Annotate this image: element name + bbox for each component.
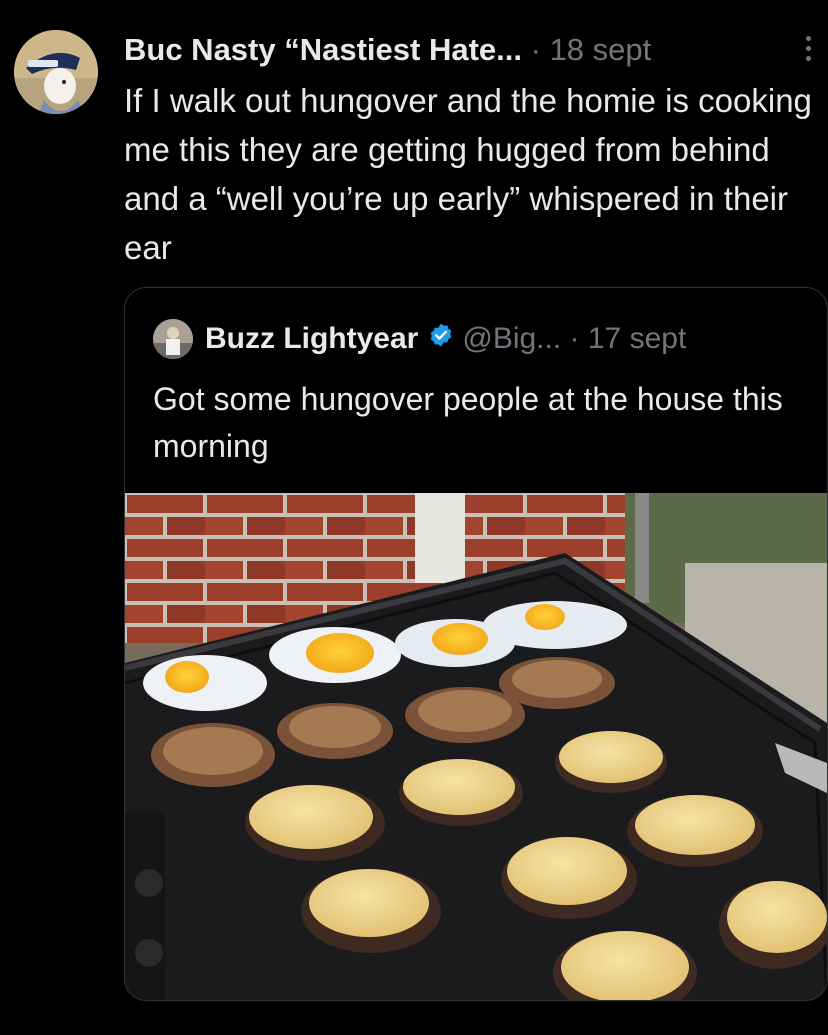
tweet-text: If I walk out hungover and the homie is … [124,82,812,266]
author-avatar[interactable] [14,30,98,114]
quoted-date[interactable]: 17 sept [588,322,686,355]
author-name[interactable]: Buc Nasty “Nastiest Hate... [124,32,522,67]
separator: · [530,32,541,67]
quoted-author-name[interactable]: Buzz Lightyear [205,322,418,355]
quoted-handle[interactable]: @Big... [462,322,561,355]
verified-badge-icon [428,319,454,359]
cartoon-avatar-icon [14,30,98,114]
quoted-tweet[interactable]: Buzz Lightyear @Big... · 17 sept Got som… [124,287,828,1001]
separator: · [569,322,580,356]
quoted-author-avatar[interactable] [153,319,193,360]
griddle-breakfast-photo[interactable] [125,493,827,1000]
tweet-header: Buc Nasty “Nastiest Hate... · 18 sept [124,28,818,72]
quoted-tweet-header: Buzz Lightyear @Big... · 17 sept [153,318,686,360]
more-options-icon[interactable] [806,36,814,66]
quoted-tweet-text: Got some hungover people at the house th… [153,381,783,464]
tweet-date[interactable]: 18 sept [550,32,652,67]
